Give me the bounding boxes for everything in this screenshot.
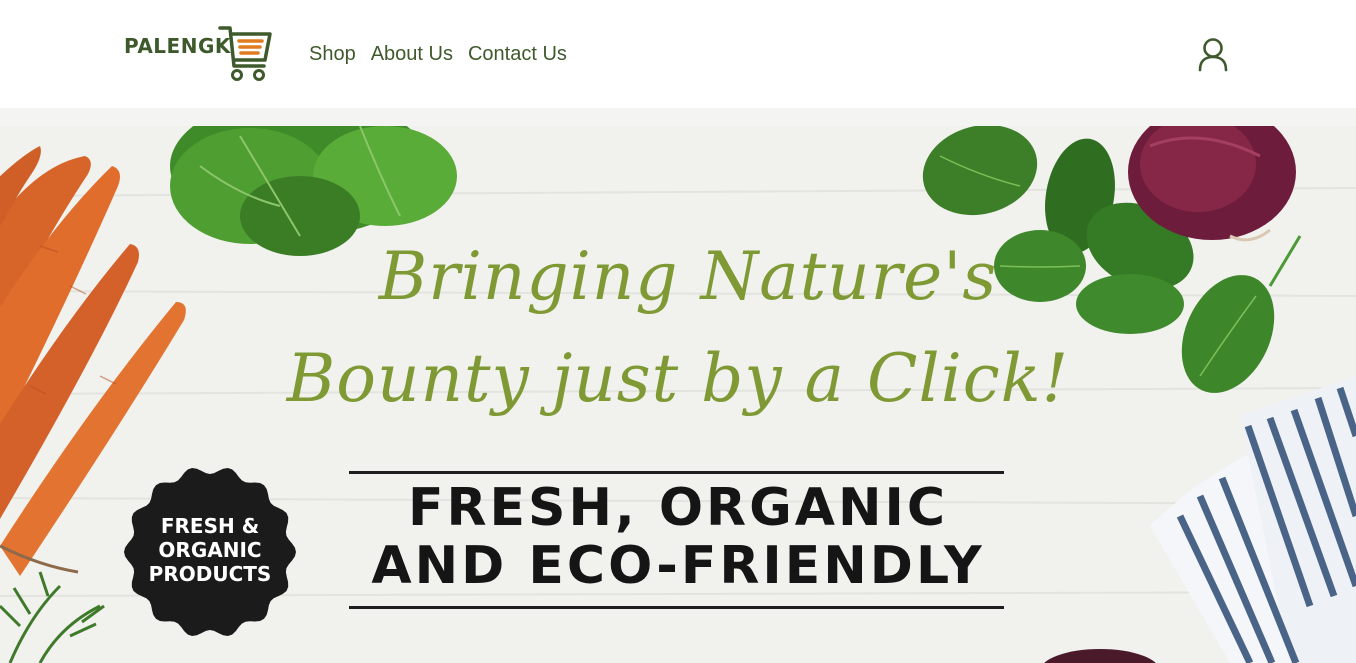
lettuce-illustration [170,126,457,256]
nav-shop-link[interactable]: Shop [309,40,356,68]
hero-banner: Bringing Nature's Bounty just by a Click… [0,126,1356,663]
beet-illustration [1044,649,1156,663]
nav-about-link[interactable]: About Us [371,40,453,68]
hero-tagline-line-2: AND ECO-FRIENDLY [371,536,985,596]
hero-script-line-1: Bringing Nature's [378,238,998,315]
badge-text: FRESH & ORGANIC PRODUCTS [122,514,298,586]
brand-logo[interactable]: PALENGK [122,22,274,84]
user-icon[interactable] [1195,36,1231,72]
hero-tagline-line-1: FRESH, ORGANIC [407,478,949,538]
site-header: PALENGK Shop About Us Contact Us [0,0,1356,108]
badge-line-3: PRODUCTS [148,562,272,586]
divider-top [349,471,1004,474]
nav-contact-link[interactable]: Contact Us [468,40,567,68]
cart-icon [218,26,272,81]
badge-line-1: FRESH & [160,514,260,538]
brand-name: PALENGK [124,34,231,58]
divider-bottom [349,606,1004,609]
main-nav: Shop About Us Contact Us [309,40,567,68]
striped-cloth-illustration [1150,376,1356,663]
organic-badge: FRESH & ORGANIC PRODUCTS [122,464,298,640]
hero-script-line-2: Bounty just by a Click! [286,340,1070,417]
badge-line-2: ORGANIC [158,538,262,562]
header-divider [0,108,1356,126]
